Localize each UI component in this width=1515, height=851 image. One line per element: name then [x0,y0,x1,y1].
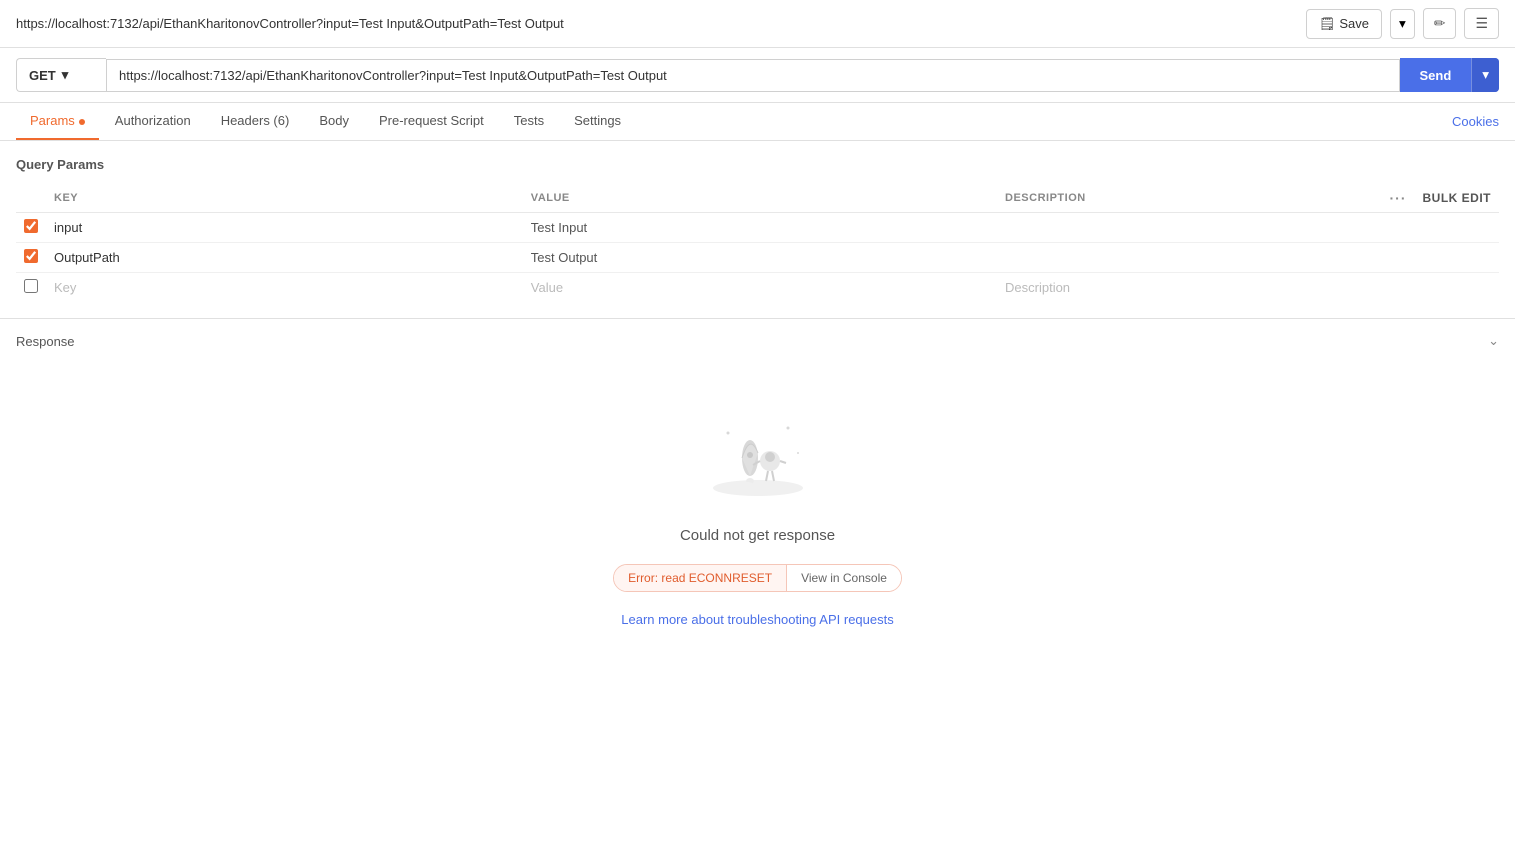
param-value-1[interactable]: Test Input [523,213,997,243]
tab-tests[interactable]: Tests [500,103,558,140]
cookies-link[interactable]: Cookies [1452,104,1499,139]
url-input[interactable] [106,59,1400,92]
send-button-group: Send ▾ [1400,58,1500,92]
param-key-2[interactable]: OutputPath [46,243,523,273]
table-row-empty: Key Value Description [16,273,1499,303]
method-selector[interactable]: GET ▾ [16,58,106,92]
table-row: input Test Input [16,213,1499,243]
tab-authorization[interactable]: Authorization [101,103,205,140]
row-checkbox-empty[interactable] [24,279,38,293]
tabs-bar: Params Authorization Headers (6) Body Pr… [0,103,1515,141]
table-row: OutputPath Test Output [16,243,1499,273]
method-label: GET [29,68,56,83]
param-key-placeholder[interactable]: Key [46,273,523,303]
row-checkbox-2[interactable] [24,249,38,263]
more-options-icon[interactable]: ··· [1390,190,1407,206]
tab-headers[interactable]: Headers (6) [207,103,304,140]
param-desc-placeholder[interactable]: Description [997,273,1381,303]
doc-button[interactable]: ☰ [1464,8,1499,39]
param-value-2[interactable]: Test Output [523,243,997,273]
save-dropdown-button[interactable]: ▾ [1390,9,1415,39]
response-header[interactable]: Response ⌄ [0,319,1515,363]
params-table: KEY VALUE DESCRIPTION ··· Bulk Edit inpu… [16,184,1499,302]
response-body: Could not get response Error: read ECONN… [0,363,1515,687]
tab-pre-request[interactable]: Pre-request Script [365,103,498,140]
col-header-key: KEY [46,184,523,213]
top-bar-actions: 🗒 Save ▾ ✏ ☰ [1306,8,1499,39]
error-text: Error: read ECONNRESET [614,565,786,591]
param-value-placeholder[interactable]: Value [523,273,997,303]
troubleshoot-link[interactable]: Learn more about troubleshooting API req… [621,612,893,627]
row-checkbox-1[interactable] [24,219,38,233]
send-button[interactable]: Send [1400,59,1472,92]
tab-body[interactable]: Body [305,103,363,140]
edit-button[interactable]: ✏ [1423,8,1457,39]
col-header-value: VALUE [523,184,997,213]
param-desc-2[interactable] [997,243,1381,273]
top-bar: https://localhost:7132/api/EthanKhariton… [0,0,1515,48]
col-header-actions: ··· Bulk Edit [1381,184,1499,213]
save-button[interactable]: 🗒 Save [1306,9,1382,39]
bulk-edit-button[interactable]: Bulk Edit [1423,191,1492,205]
tab-params[interactable]: Params [16,103,99,140]
request-bar: GET ▾ Send ▾ [0,48,1515,103]
response-chevron-icon: ⌄ [1488,333,1499,349]
param-desc-1[interactable] [997,213,1381,243]
view-console-button[interactable]: View in Console [786,565,901,591]
save-icon: 🗒 [1319,16,1336,32]
method-chevron: ▾ [62,67,69,83]
param-key-1[interactable]: input [46,213,523,243]
query-params-title: Query Params [16,157,1499,172]
response-title: Response [16,334,75,349]
tab-settings[interactable]: Settings [560,103,635,140]
request-title: https://localhost:7132/api/EthanKhariton… [16,16,1306,31]
params-section: Query Params KEY VALUE DESCRIPTION ··· B… [0,141,1515,318]
error-badge: Error: read ECONNRESET View in Console [613,564,902,592]
no-response-illustration [698,403,818,503]
col-header-description: DESCRIPTION [997,184,1381,213]
send-dropdown-button[interactable]: ▾ [1471,58,1499,92]
no-response-text: Could not get response [680,527,835,544]
response-section: Response ⌄ [0,318,1515,687]
